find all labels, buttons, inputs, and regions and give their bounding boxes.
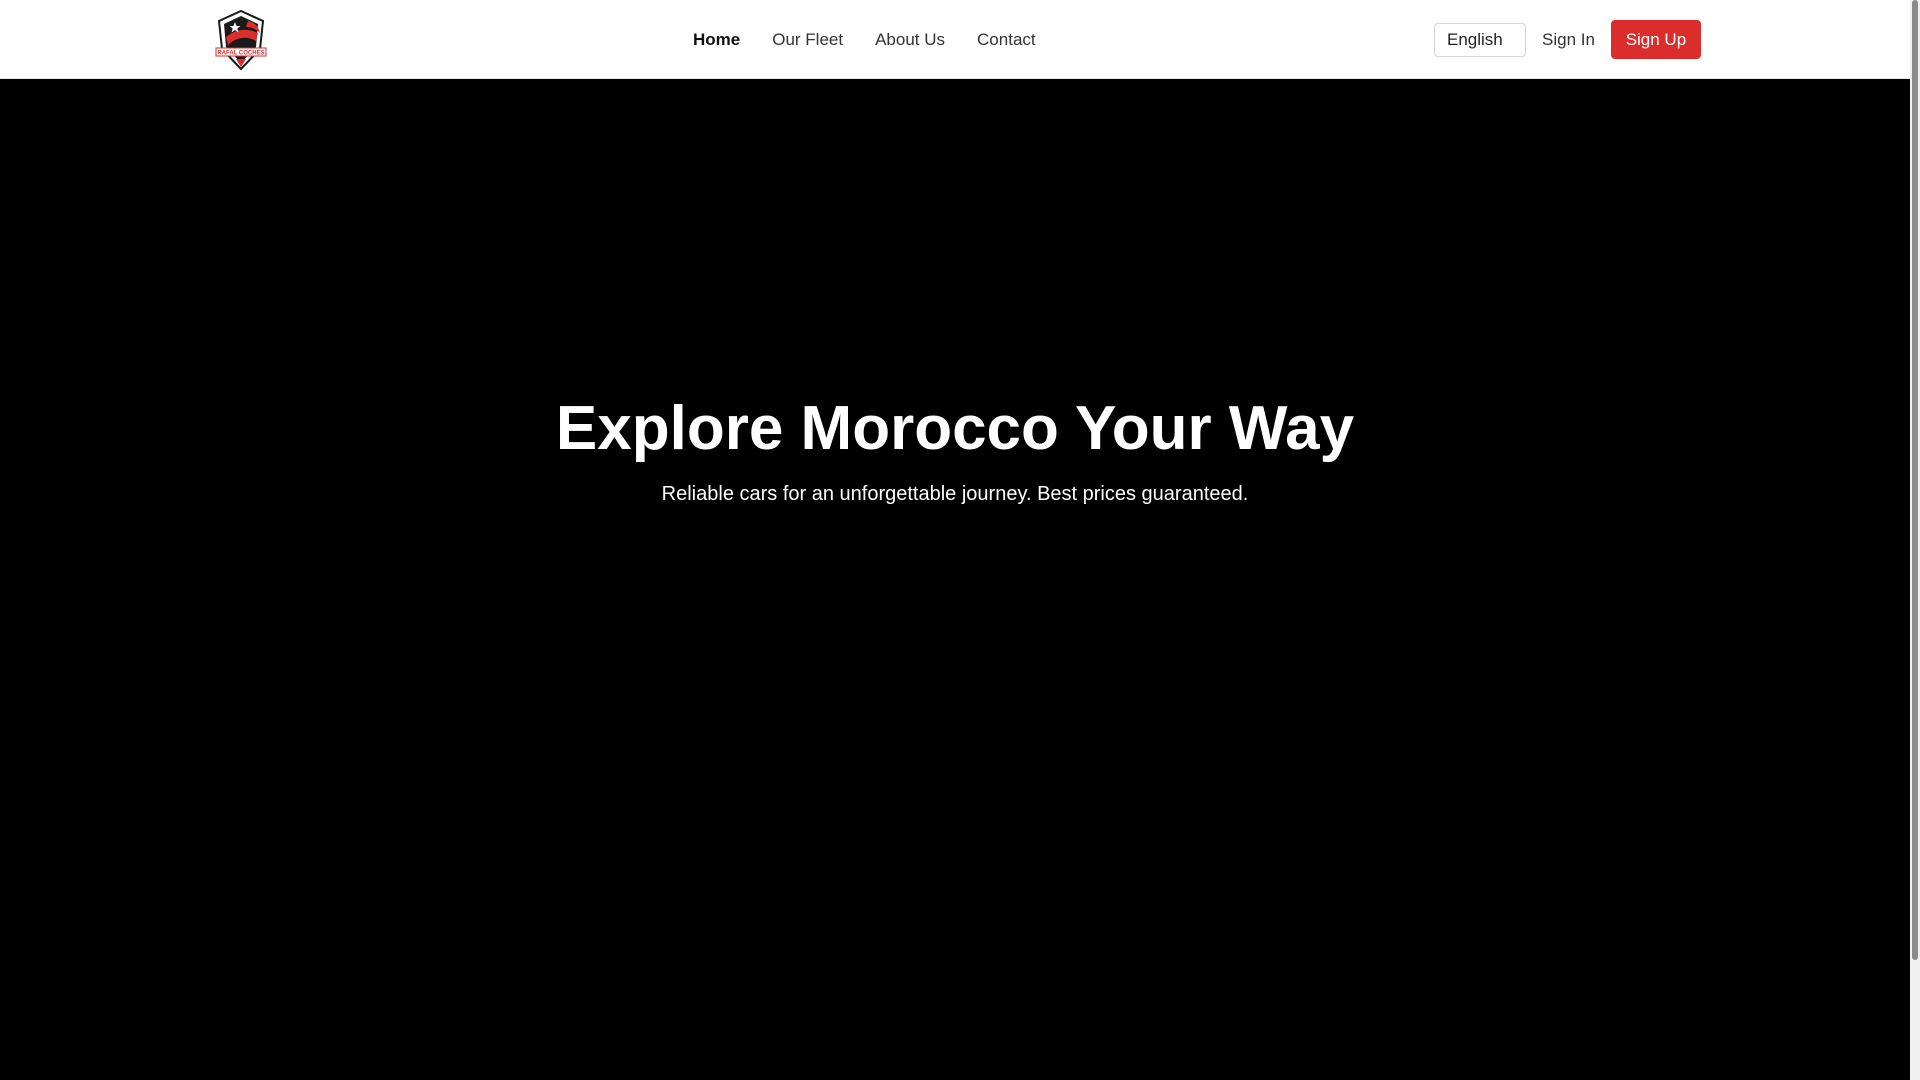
main-nav: Home Our Fleet About Us Contact: [677, 0, 1052, 79]
hero-subtitle: Reliable cars for an unforgettable journ…: [661, 483, 1249, 505]
hero-section: Explore Morocco Your Way Reliable cars f…: [0, 80, 1910, 1080]
logo-emblem-icon: RAFAL COCHES: [215, 9, 267, 71]
top-navbar: RAFAL COCHES Home Our Fleet About Us Con…: [0, 0, 1910, 79]
nav-link-about-us[interactable]: About Us: [859, 22, 961, 58]
scrollbar-thumb[interactable]: [1912, 0, 1918, 960]
header-actions: English Sign In Sign Up: [1434, 0, 1701, 79]
nav-link-our-fleet[interactable]: Our Fleet: [756, 22, 859, 58]
language-select[interactable]: English: [1434, 22, 1526, 57]
language-select-value: English: [1447, 29, 1503, 49]
nav-link-contact[interactable]: Contact: [961, 22, 1052, 58]
sign-up-button[interactable]: Sign Up: [1610, 20, 1701, 59]
page: RAFAL COCHES Home Our Fleet About Us Con…: [0, 0, 1920, 1080]
svg-text:RAFAL COCHES: RAFAL COCHES: [217, 51, 264, 57]
hero-title: Explore Morocco Your Way: [555, 394, 1355, 463]
sign-in-button[interactable]: Sign In: [1542, 30, 1595, 50]
nav-link-home[interactable]: Home: [677, 22, 756, 58]
brand-logo[interactable]: RAFAL COCHES: [208, 7, 274, 73]
page-scrollbar[interactable]: [1910, 0, 1920, 1080]
